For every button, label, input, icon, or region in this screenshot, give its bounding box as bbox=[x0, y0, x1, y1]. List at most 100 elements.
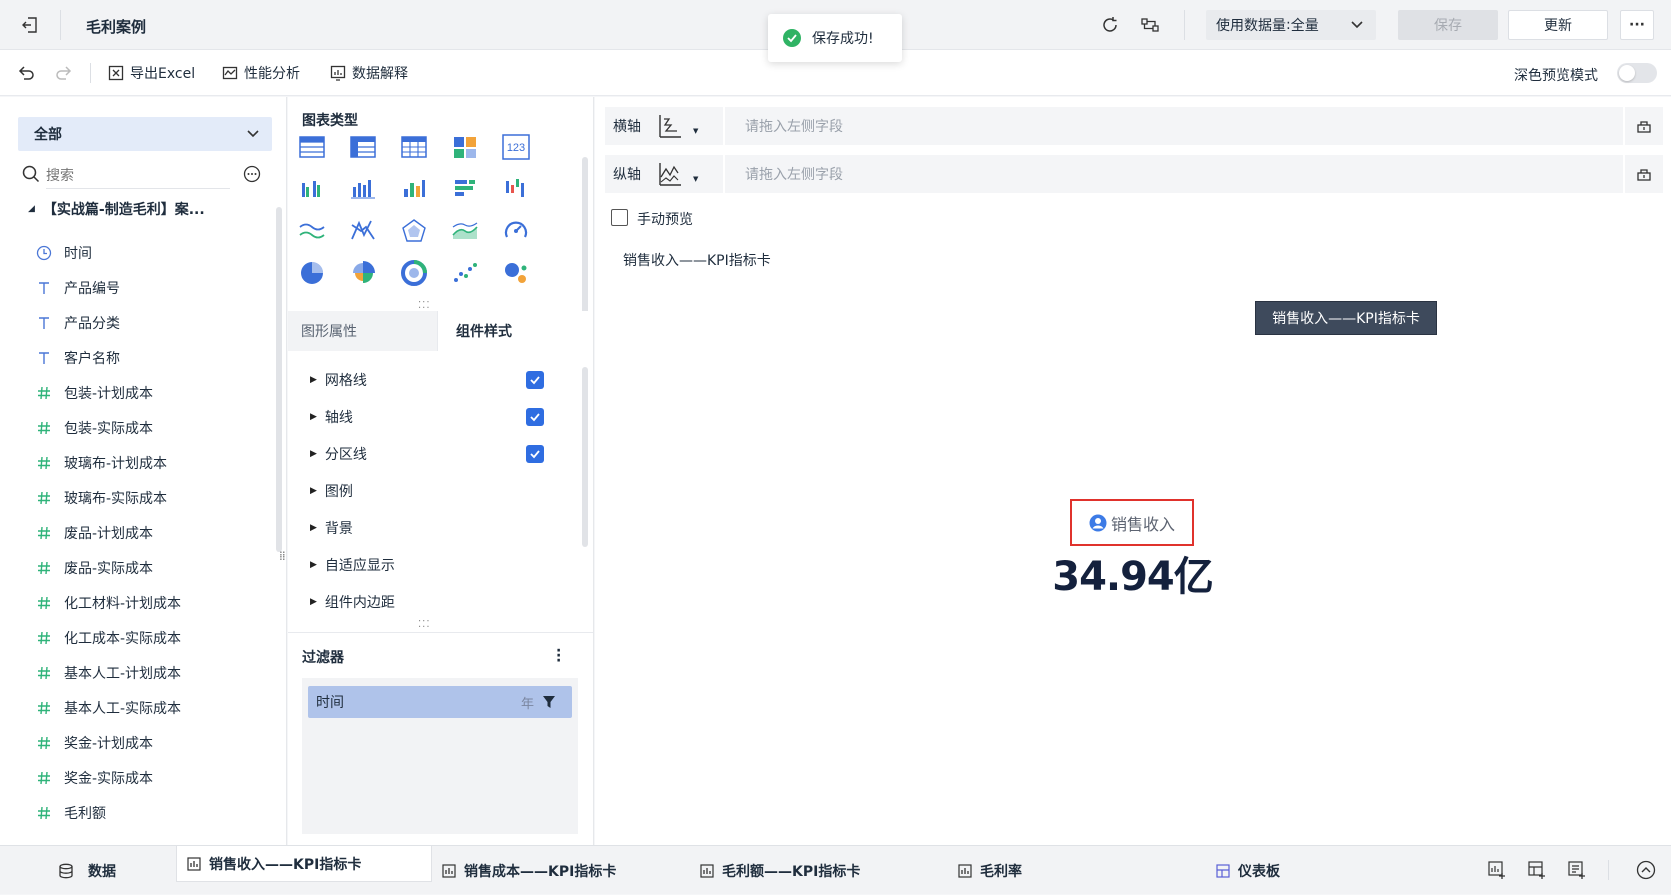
property-label: 背景 bbox=[324, 520, 353, 537]
export-excel-button[interactable]: 导出Excel bbox=[108, 50, 195, 96]
bubble-chart-icon[interactable] bbox=[499, 256, 533, 290]
collapse-up-icon[interactable] bbox=[1636, 860, 1656, 880]
lock-icon[interactable] bbox=[1623, 155, 1663, 193]
data-explain-button[interactable]: 数据解释 bbox=[330, 50, 408, 96]
cross-table-chart-icon[interactable] bbox=[346, 130, 380, 164]
add-dashboard-icon[interactable] bbox=[1528, 861, 1546, 879]
property-item[interactable]: ▶ 分区线 bbox=[310, 435, 580, 472]
radar-chart-icon[interactable] bbox=[397, 214, 431, 248]
property-item[interactable]: ▶ 网格线 bbox=[310, 361, 580, 398]
stacked-bar-chart-icon[interactable] bbox=[346, 172, 380, 206]
multi-line-chart-icon[interactable] bbox=[346, 214, 380, 248]
field-item[interactable]: 产品编号 bbox=[36, 270, 120, 305]
field-item[interactable]: 化工材料-计划成本 bbox=[36, 585, 181, 620]
number-field-icon bbox=[36, 630, 52, 646]
field-item[interactable]: 产品分类 bbox=[36, 305, 120, 340]
filter-item[interactable]: 时间 年 bbox=[308, 686, 572, 718]
tab-component-style[interactable]: 组件样式 bbox=[438, 311, 593, 351]
y-axis-dropzone[interactable]: 请拖入左侧字段 bbox=[723, 155, 1623, 193]
tab-sales-cost-kpi[interactable]: 销售成本——KPI指标卡 bbox=[442, 846, 616, 895]
filter-title: 过滤器 bbox=[302, 650, 344, 666]
update-button[interactable]: 更新 bbox=[1508, 10, 1608, 40]
scope-select[interactable]: 全部 bbox=[18, 117, 272, 151]
property-checkbox[interactable] bbox=[526, 370, 544, 389]
scatter-chart-icon[interactable] bbox=[448, 256, 482, 290]
field-item[interactable]: 包装-计划成本 bbox=[36, 375, 153, 410]
tab-gross-margin[interactable]: 毛利率 bbox=[958, 846, 1022, 895]
kpi-card-chart-icon[interactable]: 123 bbox=[499, 130, 533, 164]
performance-analysis-button[interactable]: 性能分析 bbox=[222, 50, 300, 96]
field-item[interactable]: 奖金-计划成本 bbox=[36, 725, 153, 760]
mid-scrollbar[interactable] bbox=[582, 157, 588, 327]
more-options-icon[interactable] bbox=[243, 165, 261, 183]
heatmap-chart-icon[interactable] bbox=[448, 130, 482, 164]
field-item[interactable]: 玻璃布-实际成本 bbox=[36, 480, 167, 515]
table-node[interactable]: ◢ 【实战篇-制造毛利】案... bbox=[28, 199, 205, 219]
property-item[interactable]: ▶ 轴线 bbox=[310, 398, 580, 435]
table-chart-icon[interactable] bbox=[295, 130, 329, 164]
line-chart-icon[interactable] bbox=[295, 214, 329, 248]
lineage-icon[interactable] bbox=[1140, 15, 1160, 35]
horizontal-bar-chart-icon[interactable] bbox=[448, 172, 482, 206]
tab-graphic-properties[interactable]: 图形属性 bbox=[288, 311, 438, 351]
grouped-bar-chart-icon[interactable] bbox=[295, 172, 329, 206]
resize-handle[interactable]: ⁞⁞ bbox=[279, 550, 286, 562]
field-item[interactable]: 客户名称 bbox=[36, 340, 120, 375]
add-chart-icon[interactable] bbox=[1488, 861, 1506, 879]
property-item[interactable]: ▶ 组件内边距 bbox=[310, 583, 580, 620]
refresh-icon[interactable] bbox=[1100, 15, 1120, 35]
property-checkbox[interactable] bbox=[526, 444, 544, 463]
field-item[interactable]: 废品-计划成本 bbox=[36, 515, 153, 550]
filter-dropzone[interactable]: 时间 年 bbox=[302, 678, 578, 834]
number-field-icon bbox=[36, 805, 52, 821]
data-amount-select[interactable]: 使用数据量: 全量 bbox=[1206, 10, 1376, 40]
undo-icon[interactable] bbox=[16, 63, 36, 83]
field-item[interactable]: 时间 bbox=[36, 235, 92, 270]
save-button[interactable]: 保存 bbox=[1398, 10, 1498, 40]
pie-chart-icon[interactable] bbox=[295, 256, 329, 290]
field-item[interactable]: 废品-实际成本 bbox=[36, 550, 153, 585]
field-item[interactable]: 基本人工-计划成本 bbox=[36, 655, 181, 690]
field-item[interactable]: 基本人工-实际成本 bbox=[36, 690, 181, 725]
exit-icon[interactable] bbox=[20, 15, 40, 35]
field-item[interactable]: 化工成本-实际成本 bbox=[36, 620, 181, 655]
field-item[interactable]: 奖金-实际成本 bbox=[36, 760, 153, 795]
add-story-icon[interactable] bbox=[1568, 861, 1586, 879]
property-item[interactable]: ▶ 图例 bbox=[310, 472, 580, 509]
chart-type-title: 图表类型 bbox=[302, 113, 358, 129]
x-axis-dropzone[interactable]: 请拖入左侧字段 bbox=[723, 107, 1623, 145]
tab-data[interactable]: 数据 bbox=[58, 846, 116, 895]
x-axis-icon[interactable]: ▼ bbox=[657, 113, 703, 139]
field-item[interactable]: 玻璃布-计划成本 bbox=[36, 445, 167, 480]
search-input[interactable] bbox=[46, 161, 230, 189]
field-item[interactable]: 包装-实际成本 bbox=[36, 410, 153, 445]
splitter-handle[interactable]: ⁚⁚⁚ bbox=[418, 300, 431, 311]
detail-table-chart-icon[interactable] bbox=[397, 130, 431, 164]
property-item[interactable]: ▶ 背景 bbox=[310, 509, 580, 546]
property-checkbox[interactable] bbox=[526, 407, 544, 426]
property-item[interactable]: ▶ 自适应显示 bbox=[310, 546, 580, 583]
lock-icon[interactable] bbox=[1623, 107, 1663, 145]
filter-more-icon[interactable]: · · · bbox=[556, 644, 561, 668]
area-chart-icon[interactable] bbox=[448, 214, 482, 248]
redo-icon[interactable] bbox=[54, 63, 74, 83]
splitter-handle[interactable]: ⁚⁚⁚ bbox=[418, 619, 431, 630]
kpi-name-highlight[interactable]: 销售收入 bbox=[1070, 499, 1194, 546]
column-chart-icon[interactable] bbox=[397, 172, 431, 206]
gauge-chart-icon[interactable] bbox=[499, 214, 533, 248]
y-axis-icon[interactable]: ▼ bbox=[657, 161, 703, 187]
tab-gross-profit-kpi[interactable]: 毛利额——KPI指标卡 bbox=[700, 846, 860, 895]
more-button[interactable]: ··· bbox=[1620, 10, 1654, 40]
field-item[interactable]: 毛利额 bbox=[36, 795, 106, 830]
rose-chart-icon[interactable] bbox=[346, 256, 380, 290]
waterfall-chart-icon[interactable] bbox=[499, 172, 533, 206]
x-axis-label: 横轴 bbox=[613, 119, 641, 135]
scrollbar[interactable] bbox=[276, 207, 282, 552]
filter-icon[interactable] bbox=[542, 695, 556, 709]
manual-preview-checkbox[interactable] bbox=[611, 209, 628, 226]
mid-scrollbar-2[interactable] bbox=[582, 367, 588, 547]
tab-dashboard[interactable]: 仪表板 bbox=[1216, 846, 1280, 895]
ring-chart-icon[interactable] bbox=[397, 256, 431, 290]
dark-mode-toggle[interactable] bbox=[1617, 63, 1657, 83]
tab-sales-revenue-kpi[interactable]: 销售收入——KPI指标卡 bbox=[176, 846, 432, 882]
